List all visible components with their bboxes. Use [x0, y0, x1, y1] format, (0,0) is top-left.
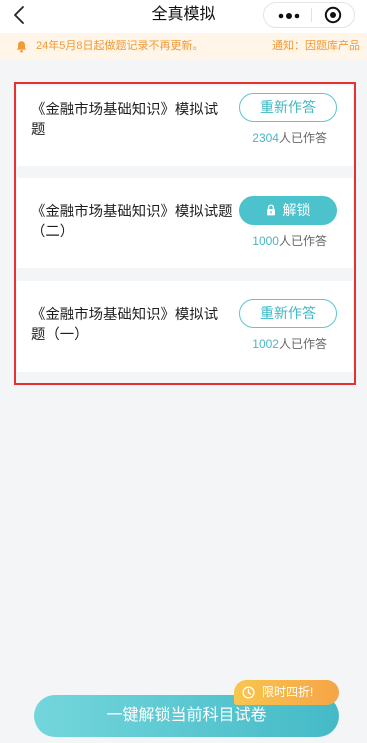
taken-count-suffix: 人已作答	[278, 337, 327, 351]
more-dots-icon[interactable]	[276, 9, 302, 21]
retry-button[interactable]: 重新作答	[239, 299, 337, 328]
retry-button[interactable]: 重新作答	[239, 93, 337, 122]
exam-card[interactable]: 《金融市场基础知识》模拟试题 重新作答 2304人已作答	[17, 86, 353, 166]
taken-count-number: 1002	[252, 337, 279, 351]
lock-icon	[266, 198, 276, 216]
taken-count-suffix: 人已作答	[278, 131, 327, 145]
taken-count: 1002人已作答	[252, 336, 327, 352]
notice-bar[interactable]: 24年5月8日起做题记录不再更新。 通知：因题库产品	[0, 33, 367, 60]
taken-count: 1000人已作答	[252, 233, 327, 249]
app-screen: 全真模拟 24年5月8日起做题记录不再更新。 通知：因题库产品 《金融市场基础知…	[0, 0, 367, 743]
capsule-divider	[311, 8, 312, 22]
unlock-button[interactable]: 解锁	[239, 196, 337, 225]
nav-bar: 全真模拟	[0, 0, 367, 33]
clock-icon	[242, 686, 255, 699]
notice-text: 24年5月8日起做题记录不再更新。	[36, 40, 204, 52]
taken-count-number: 2304	[252, 131, 279, 145]
retry-button-label: 重新作答	[260, 99, 316, 115]
notice-marquee-text: 通知：因题库产品	[272, 40, 360, 52]
target-circle-icon[interactable]	[324, 6, 342, 24]
promo-badge: 限时四折!	[234, 680, 339, 705]
menu-capsule	[263, 2, 355, 28]
retry-button-label: 重新作答	[260, 305, 316, 321]
bell-icon	[15, 40, 28, 53]
exam-title[interactable]: 《金融市场基础知识》模拟试题（一）	[31, 305, 225, 345]
unlock-button-label: 解锁	[282, 202, 311, 218]
exam-title[interactable]: 《金融市场基础知识》模拟试题	[31, 100, 225, 140]
taken-count-suffix: 人已作答	[278, 234, 327, 248]
exam-card[interactable]: 《金融市场基础知识》模拟试题（一） 重新作答 1002人已作答	[17, 281, 353, 372]
promo-badge-label: 限时四折!	[262, 685, 314, 699]
taken-count: 2304人已作答	[252, 130, 327, 146]
taken-count-number: 1000	[252, 234, 279, 248]
exam-title[interactable]: 《金融市场基础知识》模拟试题（二）	[31, 202, 235, 242]
exam-card[interactable]: 《金融市场基础知识》模拟试题（二） 解锁 1000人已作答	[17, 178, 353, 268]
